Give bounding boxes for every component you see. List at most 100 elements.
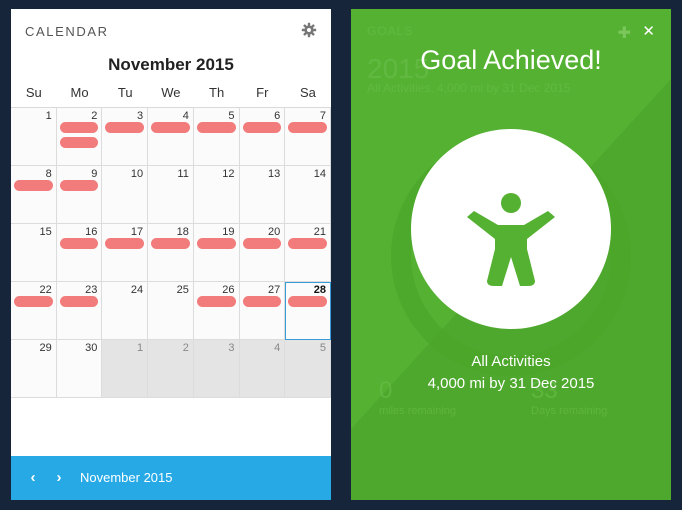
- calendar-day[interactable]: 2: [148, 340, 194, 398]
- calendar-day[interactable]: 5: [285, 340, 331, 398]
- activity-marker[interactable]: [105, 238, 145, 249]
- activity-marker[interactable]: [151, 238, 190, 249]
- calendar-day[interactable]: 19: [193, 224, 240, 282]
- calendar-day[interactable]: 8: [11, 166, 57, 224]
- calendar-day[interactable]: 15: [11, 224, 57, 282]
- calendar-day[interactable]: 6: [239, 108, 286, 166]
- activity-detail: 4,000 mi by 31 Dec 2015: [427, 375, 595, 392]
- day-number: 8: [45, 168, 52, 180]
- calendar-day[interactable]: 2: [56, 108, 103, 166]
- calendar-day[interactable]: 11: [148, 166, 194, 224]
- day-number: 27: [268, 284, 281, 296]
- calendar-day[interactable]: 12: [193, 166, 240, 224]
- goal-subtitle-ghost: All Activities, 4,000 mi by 31 Dec 2015: [367, 81, 571, 95]
- activity-marker[interactable]: [59, 238, 99, 249]
- day-number: 12: [222, 168, 235, 180]
- activity-marker[interactable]: [59, 122, 99, 133]
- activity-marker[interactable]: [14, 180, 53, 191]
- calendar-day[interactable]: 1: [11, 108, 57, 166]
- day-number: 26: [222, 284, 235, 296]
- calendar-week-row: 22 23 24 25 26 27 28: [11, 282, 331, 340]
- goal-achieved-panel: GOALS 2015 All Activities, 4,000 mi by 3…: [351, 9, 671, 500]
- calendar-day[interactable]: 4: [239, 340, 286, 398]
- right-stat-label-ghost: Days remaining: [531, 405, 608, 417]
- activity-marker[interactable]: [59, 296, 99, 307]
- activity-marker[interactable]: [288, 296, 327, 307]
- calendar-day[interactable]: 17: [102, 224, 149, 282]
- day-number: 18: [176, 226, 189, 238]
- plus-icon[interactable]: ✚: [618, 23, 631, 43]
- activity-marker[interactable]: [105, 122, 145, 133]
- day-number: 13: [268, 168, 281, 180]
- calendar-day[interactable]: 29: [11, 340, 57, 398]
- activity-marker[interactable]: [151, 122, 190, 133]
- day-number: 2: [91, 110, 98, 122]
- calendar-day[interactable]: 18: [148, 224, 194, 282]
- calendar-week-row: 29 30 1 2 3 4 5: [11, 340, 331, 398]
- calendar-day[interactable]: 3: [102, 108, 149, 166]
- day-number: 22: [39, 284, 52, 296]
- activity-marker[interactable]: [14, 296, 53, 307]
- day-number: 16: [85, 226, 98, 238]
- calendar-day[interactable]: 16: [56, 224, 103, 282]
- calendar-title: CALENDAR: [25, 24, 109, 39]
- activity-marker[interactable]: [196, 238, 236, 249]
- chevron-left-icon[interactable]: ‹: [25, 470, 41, 486]
- calendar-day[interactable]: 30: [56, 340, 103, 398]
- day-number: 29: [39, 342, 52, 354]
- calendar-day[interactable]: 1: [102, 340, 149, 398]
- day-number: 24: [130, 284, 144, 296]
- calendar-day[interactable]: 20: [239, 224, 286, 282]
- day-number: 5: [319, 342, 326, 354]
- chevron-right-icon[interactable]: ›: [51, 470, 67, 486]
- calendar-day[interactable]: 13: [239, 166, 286, 224]
- calendar-day[interactable]: 23: [56, 282, 103, 340]
- month-title: November 2015: [108, 55, 234, 74]
- gear-icon[interactable]: [301, 22, 317, 38]
- calendar-day[interactable]: 22: [11, 282, 57, 340]
- day-number: 2: [182, 342, 189, 354]
- day-number: 3: [137, 110, 144, 122]
- weekday-label: Mo: [70, 85, 89, 100]
- left-stat-label-ghost: miles remaining: [379, 405, 457, 417]
- goal-achieved-title: Goal Achieved!: [420, 45, 602, 75]
- day-number: 15: [39, 226, 52, 238]
- activity-marker[interactable]: [242, 238, 282, 249]
- calendar-day[interactable]: 5: [193, 108, 240, 166]
- activity-marker[interactable]: [242, 122, 282, 133]
- calendar-day[interactable]: 10: [102, 166, 149, 224]
- weekday-label: Fr: [256, 85, 269, 100]
- calendar-day[interactable]: 14: [285, 166, 331, 224]
- weekday-header-row: Su Mo Tu We Th Fr Sa: [11, 85, 331, 107]
- day-number: 21: [313, 226, 326, 238]
- day-number: 28: [313, 284, 326, 296]
- goals-header-ghost: GOALS: [367, 24, 414, 38]
- calendar-grid: 1 2 3 4 5 6 7 8 9 10 11 12 13 14 15 16 17 18 19 20 21 22 23 24 2…: [11, 107, 331, 398]
- activity-marker[interactable]: [196, 296, 236, 307]
- day-number: 1: [137, 342, 144, 354]
- activity-marker[interactable]: [59, 137, 99, 148]
- activity-marker[interactable]: [288, 122, 327, 133]
- activity-marker[interactable]: [242, 296, 282, 307]
- calendar-day[interactable]: 4: [148, 108, 194, 166]
- calendar-day[interactable]: 9: [56, 166, 103, 224]
- calendar-day[interactable]: 3: [193, 340, 240, 398]
- weekday-label: Th: [209, 85, 225, 100]
- calendar-day[interactable]: 26: [193, 282, 240, 340]
- calendar-day[interactable]: 21: [285, 224, 331, 282]
- calendar-day[interactable]: 25: [148, 282, 194, 340]
- calendar-day[interactable]: 27: [239, 282, 286, 340]
- calendar-day-today[interactable]: 28: [285, 282, 331, 340]
- calendar-day[interactable]: 7: [285, 108, 331, 166]
- activity-marker[interactable]: [196, 122, 236, 133]
- day-number: 1: [45, 110, 52, 122]
- activity-marker[interactable]: [288, 238, 327, 249]
- calendar-day[interactable]: 24: [102, 282, 149, 340]
- calendar-header: CALENDAR: [11, 9, 331, 53]
- close-icon[interactable]: ✕: [642, 22, 655, 40]
- day-number: 19: [222, 226, 235, 238]
- day-number: 7: [319, 110, 326, 122]
- day-number: 4: [274, 342, 281, 354]
- activity-marker[interactable]: [59, 180, 99, 191]
- day-number: 23: [85, 284, 98, 296]
